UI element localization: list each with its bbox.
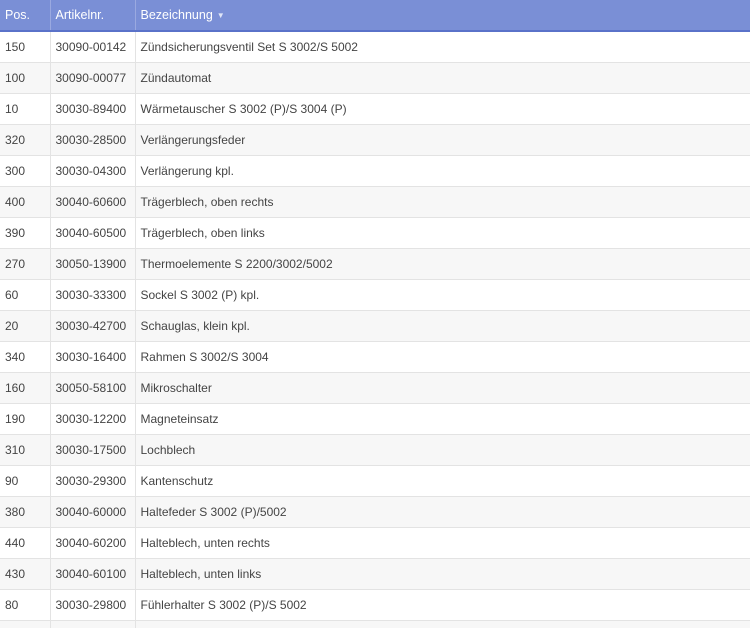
table-row[interactable] — [0, 620, 750, 628]
column-header-artikelnr[interactable]: Artikelnr. — [50, 0, 136, 31]
cell-artikelnr: 30040-60200 — [50, 527, 136, 558]
cell-bezeichnung: Fühlerhalter S 3002 (P)/S 5002 — [140, 597, 307, 612]
cell-pos: 10 — [0, 93, 51, 124]
table-row[interactable]: 320 30030-28500 Verlängerungsfeder — [0, 124, 750, 155]
cell-bezeichnung: Mikroschalter — [140, 380, 212, 395]
cell-bezeichnung: Trägerblech, oben links — [140, 225, 265, 240]
cell-pos: 310 — [0, 434, 51, 465]
cell-pos: 160 — [0, 372, 51, 403]
cell-pos: 90 — [0, 465, 51, 496]
cell-artikelnr: 30050-13900 — [50, 248, 136, 279]
cell-bezeichnung: Halteblech, unten links — [140, 566, 262, 581]
cell-bezeichnung: Schauglas, klein kpl. — [140, 318, 250, 333]
cell-artikelnr: 30030-89400 — [50, 93, 136, 124]
cell-artikelnr: 30090-00142 — [50, 31, 136, 62]
cell-bezeichnung: Zündautomat — [140, 70, 212, 85]
table-row[interactable]: 160 30050-58100 Mikroschalter — [0, 372, 750, 403]
cell-artikelnr: 30030-12200 — [50, 403, 136, 434]
cell-artikelnr: 30030-33300 — [50, 279, 136, 310]
table-row[interactable]: 380 30040-60000 Haltefeder S 3002 (P)/5002 — [0, 496, 750, 527]
cell-artikelnr: 30030-29800 — [50, 589, 136, 620]
cell-pos: 20 — [0, 310, 51, 341]
table-row[interactable]: 90 30030-29300 Kantenschutz — [0, 465, 750, 496]
cell-pos — [0, 620, 51, 628]
cell-artikelnr: 30090-00077 — [50, 62, 136, 93]
cell-artikelnr: 30040-60600 — [50, 186, 136, 217]
cell-pos: 150 — [0, 31, 51, 62]
cell-artikelnr: 30030-42700 — [50, 310, 136, 341]
cell-bezeichnung: Trägerblech, oben rechts — [140, 194, 274, 209]
cell-bezeichnung: Wärmetauscher S 3002 (P)/S 3004 (P) — [140, 101, 347, 116]
parts-table-container: Pos. Artikelnr. Bezeichnung ▼ 150 30090-00… — [0, 0, 750, 628]
cell-artikelnr: 30030-04300 — [50, 155, 136, 186]
column-header-artikelnr-label: Artikelnr. — [55, 8, 105, 22]
table-row[interactable]: 400 30040-60600 Trägerblech, oben rechts — [0, 186, 750, 217]
table-row[interactable]: 80 30030-29800 Fühlerhalter S 3002 (P)/S 5… — [0, 589, 750, 620]
table-header: Pos. Artikelnr. Bezeichnung ▼ — [0, 0, 750, 31]
table-row[interactable]: 150 30090-00142 Zündsicherungsventil Set S… — [0, 31, 750, 62]
cell-pos: 270 — [0, 248, 51, 279]
cell-artikelnr: 30040-60000 — [50, 496, 136, 527]
cell-pos: 440 — [0, 527, 51, 558]
column-header-bezeichnung[interactable]: Bezeichnung ▼ — [135, 0, 750, 31]
table-row[interactable]: 440 30040-60200 Halteblech, unten rechts — [0, 527, 750, 558]
column-header-pos-label: Pos. — [5, 8, 31, 22]
cell-pos: 400 — [0, 186, 51, 217]
cell-bezeichnung: Sockel S 3002 (P) kpl. — [140, 287, 260, 302]
table-row[interactable]: 190 30030-12200 Magneteinsatz — [0, 403, 750, 434]
header-row: Pos. Artikelnr. Bezeichnung ▼ — [0, 0, 750, 31]
table-row[interactable]: 10 30030-89400 Wärmetauscher S 3002 (P)/S … — [0, 93, 750, 124]
cell-bezeichnung: Haltefeder S 3002 (P)/5002 — [140, 504, 287, 519]
cell-bezeichnung: Rahmen S 3002/S 3004 — [140, 349, 269, 364]
cell-pos: 320 — [0, 124, 51, 155]
cell-bezeichnung: Halteblech, unten rechts — [140, 535, 270, 550]
cell-artikelnr: 30040-60500 — [50, 217, 136, 248]
table-row[interactable]: 430 30040-60100 Halteblech, unten links — [0, 558, 750, 589]
cell-pos: 190 — [0, 403, 51, 434]
table-row[interactable]: 60 30030-33300 Sockel S 3002 (P) kpl. — [0, 279, 750, 310]
cell-bezeichnung: Lochblech — [140, 442, 196, 457]
cell-bezeichnung: Zündsicherungsventil Set S 3002/S 5002 — [140, 39, 358, 54]
cell-pos: 380 — [0, 496, 51, 527]
parts-table: Pos. Artikelnr. Bezeichnung ▼ 150 30090-00… — [0, 0, 750, 628]
cell-bezeichnung: Verlängerung kpl. — [140, 163, 234, 178]
cell-pos: 340 — [0, 341, 51, 372]
table-row[interactable]: 270 30050-13900 Thermoelemente S 2200/3002… — [0, 248, 750, 279]
table-body: 150 30090-00142 Zündsicherungsventil Set S… — [0, 31, 750, 628]
cell-bezeichnung: Verlängerungsfeder — [140, 132, 246, 147]
cell-artikelnr: 30030-17500 — [50, 434, 136, 465]
table-row[interactable]: 390 30040-60500 Trägerblech, oben links — [0, 217, 750, 248]
cell-bezeichnung — [135, 620, 750, 628]
cell-artikelnr: 30040-60100 — [50, 558, 136, 589]
table-row[interactable]: 340 30030-16400 Rahmen S 3002/S 3004 — [0, 341, 750, 372]
cell-artikelnr: 30030-28500 — [50, 124, 136, 155]
cell-pos: 390 — [0, 217, 51, 248]
cell-pos: 80 — [0, 589, 51, 620]
cell-artikelnr: 30030-29300 — [50, 465, 136, 496]
table-row[interactable]: 20 30030-42700 Schauglas, klein kpl. — [0, 310, 750, 341]
column-header-bezeichnung-label: Bezeichnung — [140, 8, 213, 22]
table-row[interactable]: 100 30090-00077 Zündautomat — [0, 62, 750, 93]
cell-artikelnr — [50, 620, 136, 628]
cell-bezeichnung: Kantenschutz — [140, 473, 214, 488]
column-header-pos[interactable]: Pos. — [0, 0, 51, 31]
cell-pos: 430 — [0, 558, 51, 589]
cell-artikelnr: 30050-58100 — [50, 372, 136, 403]
table-row[interactable]: 300 30030-04300 Verlängerung kpl. — [0, 155, 750, 186]
table-row[interactable]: 310 30030-17500 Lochblech — [0, 434, 750, 465]
cell-pos: 60 — [0, 279, 51, 310]
chevron-down-icon[interactable]: ▼ — [217, 11, 225, 20]
cell-bezeichnung: Magneteinsatz — [140, 411, 219, 426]
cell-pos: 300 — [0, 155, 51, 186]
cell-pos: 100 — [0, 62, 51, 93]
cell-artikelnr: 30030-16400 — [50, 341, 136, 372]
cell-bezeichnung: Thermoelemente S 2200/3002/5002 — [140, 256, 333, 271]
